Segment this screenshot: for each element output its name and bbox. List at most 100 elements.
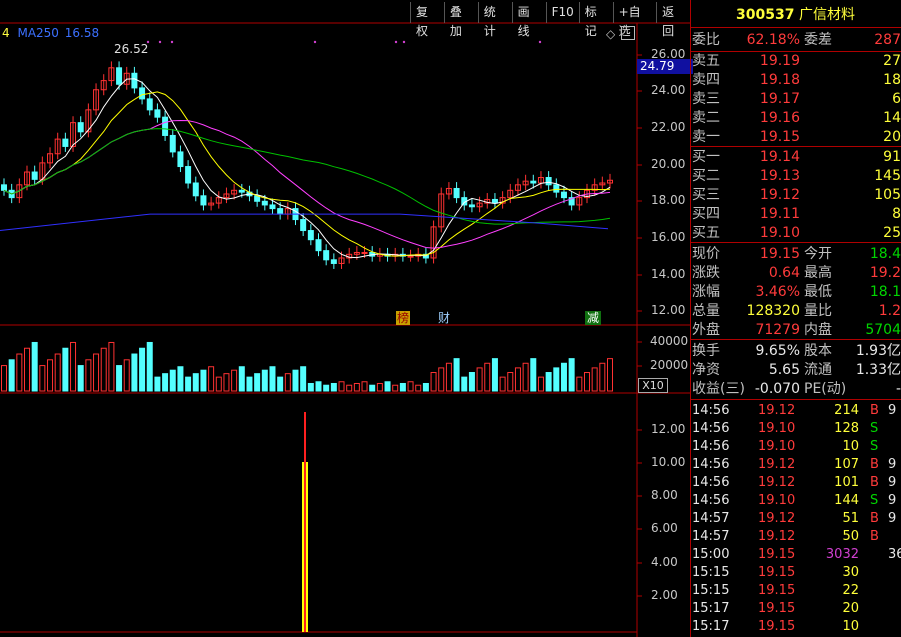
volume-bar bbox=[415, 384, 422, 392]
candle-body bbox=[185, 166, 192, 184]
price-axis-label: 12.00 bbox=[651, 303, 686, 317]
volume-bar bbox=[177, 366, 184, 392]
stat2-label-2: PE(动) bbox=[804, 381, 847, 397]
tick-time: 14:56 bbox=[692, 493, 730, 508]
volume-bar bbox=[346, 384, 353, 392]
tick-time: 15:15 bbox=[692, 565, 730, 580]
stat2-row: 换手 9.65% 股本 1.93亿 bbox=[690, 342, 901, 360]
bid-label: 买二 bbox=[692, 168, 720, 184]
tick-direction: B bbox=[870, 457, 879, 472]
mark-button[interactable]: 标记 bbox=[578, 2, 613, 38]
tick-extra: 9 bbox=[888, 493, 897, 508]
tick-extra: 9 bbox=[888, 403, 897, 418]
maximize-icon[interactable] bbox=[621, 26, 635, 40]
event-reduce-icon[interactable]: 减 bbox=[585, 311, 601, 325]
tick-direction: B bbox=[870, 403, 879, 418]
ma-line bbox=[3, 91, 611, 257]
candle-body bbox=[131, 72, 138, 89]
signal-dot bbox=[313, 40, 317, 44]
ask-row[interactable]: 卖三 19.17 6 bbox=[690, 90, 901, 108]
tick-time: 14:56 bbox=[692, 439, 730, 454]
volume-bar bbox=[246, 376, 253, 392]
tick-price: 19.12 bbox=[758, 403, 796, 418]
volume-bar bbox=[200, 369, 207, 392]
price-axis-label: 18.00 bbox=[651, 193, 686, 207]
bid-row[interactable]: 买三 19.12 105 bbox=[690, 186, 901, 204]
candle-body bbox=[154, 109, 161, 118]
volume-axis-label: 20000 bbox=[650, 358, 689, 372]
tick-volume: 144 bbox=[834, 493, 859, 508]
draw-line-button[interactable]: 画线 bbox=[511, 2, 546, 38]
overlay-button[interactable]: 叠加 bbox=[443, 2, 478, 38]
indicator-axis-label: 10.00 bbox=[651, 455, 686, 469]
ask-label: 卖四 bbox=[692, 72, 720, 88]
bid-row[interactable]: 买五 19.10 25 bbox=[690, 224, 901, 242]
event-finance-icon[interactable]: 财 bbox=[437, 311, 451, 325]
tick-time: 14:56 bbox=[692, 403, 730, 418]
candle-body bbox=[277, 208, 284, 215]
candle-body bbox=[315, 239, 322, 252]
tick-price: 19.12 bbox=[758, 529, 796, 544]
volume-bar bbox=[453, 358, 460, 392]
tick-volume: 3032 bbox=[825, 547, 859, 562]
ask-row[interactable]: 卖二 19.16 14 bbox=[690, 109, 901, 127]
tick-price: 19.15 bbox=[758, 565, 796, 580]
stat-value: 3.46% bbox=[755, 284, 800, 300]
stat-label: 现价 bbox=[692, 246, 720, 262]
fuquan-button[interactable]: 复权 bbox=[410, 2, 444, 38]
add-watchlist-button[interactable]: +自选 bbox=[612, 2, 656, 38]
candle-body bbox=[162, 116, 169, 136]
stat2-value: -0.070 bbox=[754, 381, 800, 397]
indicator-axis-label: 12.00 bbox=[651, 422, 686, 436]
volume-bar bbox=[277, 376, 284, 392]
volume-bar bbox=[70, 341, 77, 392]
volume-bar bbox=[369, 384, 376, 392]
bid-price: 19.13 bbox=[759, 168, 800, 184]
candle-body bbox=[553, 184, 560, 193]
bid-row[interactable]: 买一 19.14 91 bbox=[690, 148, 901, 166]
volume-bar bbox=[361, 381, 368, 392]
signal-dot bbox=[394, 40, 398, 44]
volume-bar bbox=[192, 373, 199, 392]
signal-dot bbox=[538, 40, 542, 44]
candle-body bbox=[361, 251, 368, 254]
statistics-button[interactable]: 统计 bbox=[477, 2, 512, 38]
price-axis-label: 24.00 bbox=[651, 83, 686, 97]
f10-button[interactable]: F10 bbox=[545, 2, 579, 23]
ask-row[interactable]: 卖一 19.15 20 bbox=[690, 128, 901, 146]
stat2-value-2: 1.93亿 bbox=[855, 343, 901, 359]
ask-row[interactable]: 卖四 19.18 18 bbox=[690, 71, 901, 89]
back-button[interactable]: 返回 bbox=[656, 2, 690, 38]
bid-label: 买三 bbox=[692, 187, 720, 203]
tick-direction: B bbox=[870, 475, 879, 490]
volume-bar bbox=[468, 372, 475, 392]
stat-label-2: 内盘 bbox=[804, 322, 832, 338]
weibi-label: 委比 bbox=[692, 32, 720, 48]
tick-time: 14:57 bbox=[692, 529, 730, 544]
tick-volume: 101 bbox=[834, 475, 859, 490]
volume-bar bbox=[8, 359, 15, 392]
bid-row[interactable]: 买二 19.13 145 bbox=[690, 167, 901, 185]
tick-price: 19.12 bbox=[758, 457, 796, 472]
signal-dot bbox=[170, 40, 174, 44]
diamond-icon: ◇ bbox=[606, 27, 616, 41]
volume-bar bbox=[407, 381, 414, 392]
candle-body bbox=[468, 204, 475, 208]
stat2-label-2: 流通 bbox=[804, 362, 832, 378]
event-bang-icon[interactable]: 榜 bbox=[396, 311, 410, 325]
stat-value-2: 18.4 bbox=[869, 246, 901, 262]
ask-price: 19.19 bbox=[759, 53, 800, 69]
bid-row[interactable]: 买四 19.11 8 bbox=[690, 205, 901, 223]
ask-row[interactable]: 卖五 19.19 27 bbox=[690, 52, 901, 70]
volume-bar bbox=[499, 376, 506, 392]
ask-label: 卖五 bbox=[692, 53, 720, 69]
stat2-label: 换手 bbox=[692, 343, 720, 359]
volume-bar bbox=[108, 341, 115, 392]
bid-volume: 145 bbox=[874, 168, 901, 184]
candle-body bbox=[77, 122, 84, 133]
kline-chart-area[interactable]: 复权 叠加 统计 画线 F10 标记 +自选 返回 4 MA250 16.58 … bbox=[0, 0, 693, 637]
volume-bar bbox=[522, 362, 529, 392]
volume-bar bbox=[392, 384, 399, 392]
tick-time: 14:56 bbox=[692, 475, 730, 490]
stat-label-2: 最低 bbox=[804, 284, 832, 300]
